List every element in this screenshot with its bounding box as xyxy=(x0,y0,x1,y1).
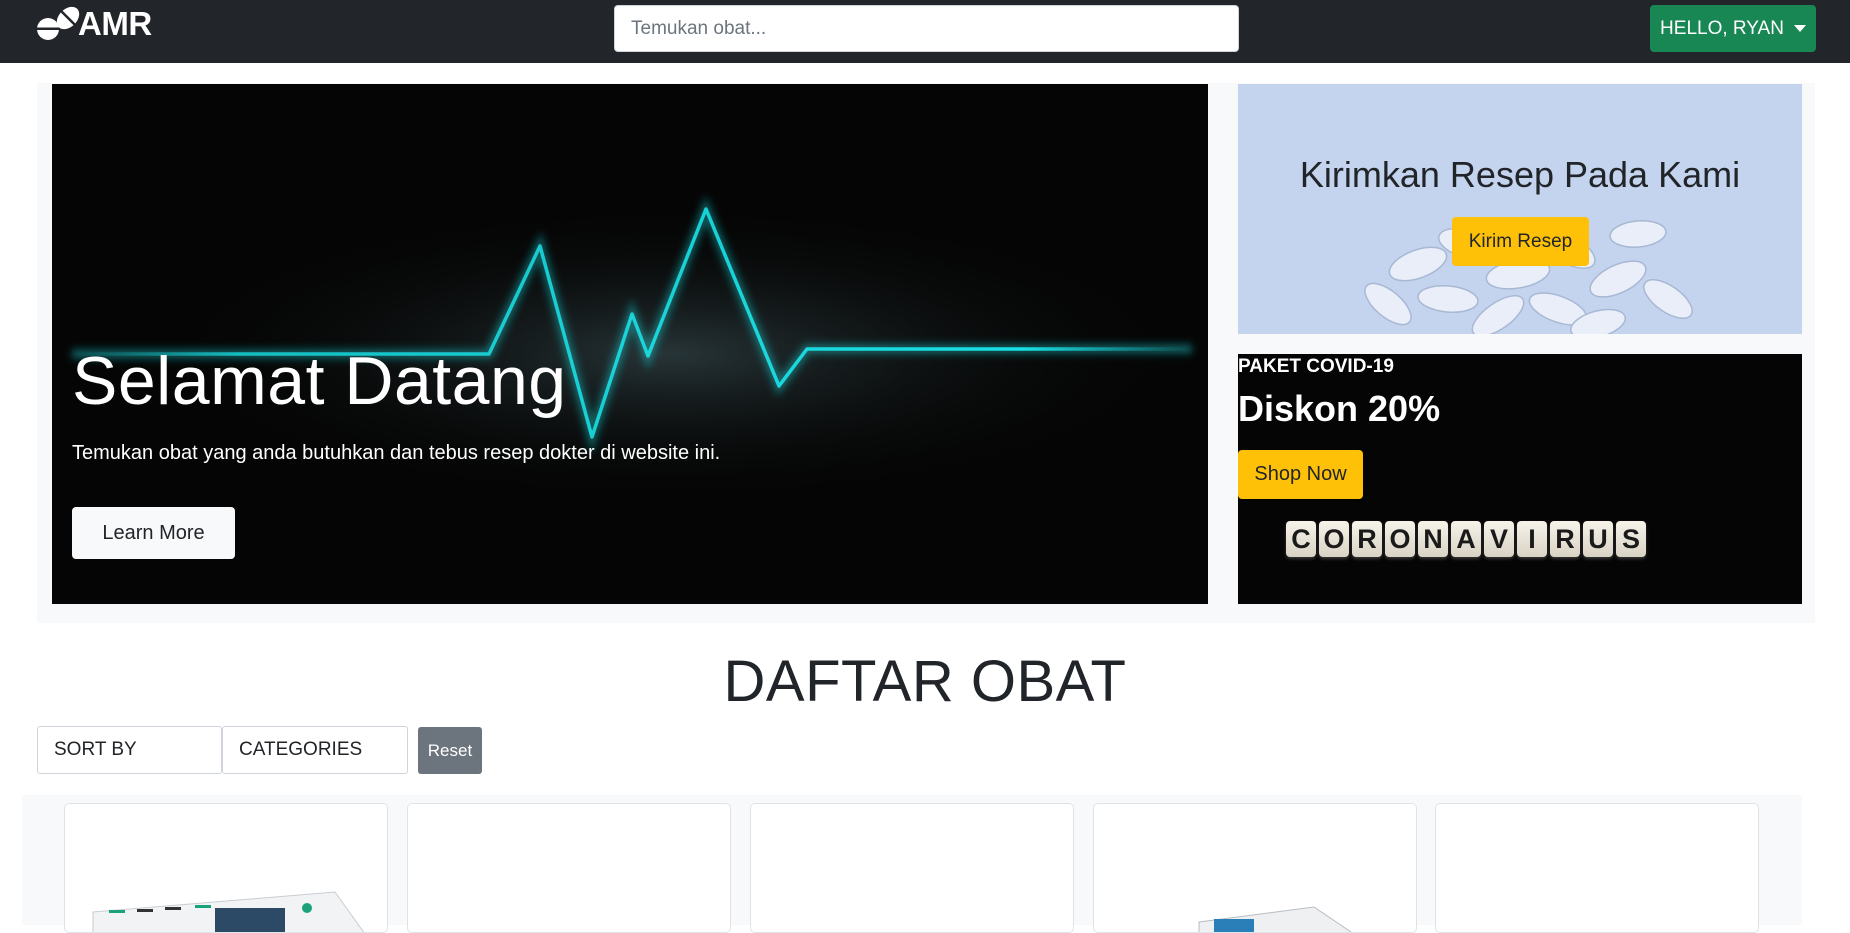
hero-subtitle: Temukan obat yang anda butuhkan dan tebu… xyxy=(72,442,721,464)
medicine-box-image xyxy=(1198,906,1352,932)
letter-tile: I xyxy=(1517,521,1547,557)
discount-title: Diskon 20% xyxy=(1238,388,1441,429)
letter-tile: N xyxy=(1418,521,1448,557)
prescription-title: Kirimkan Resep Pada Kami xyxy=(1299,154,1741,195)
hero-banner: Selamat Datang Temukan obat yang anda bu… xyxy=(52,84,1208,604)
letter-tile: R xyxy=(1352,521,1382,557)
medicine-list-title: DAFTAR OBAT xyxy=(723,649,1127,714)
product-card[interactable] xyxy=(1093,803,1417,933)
paracetamol-box-image xyxy=(92,891,365,932)
user-menu-button[interactable]: HELLO, RYAN xyxy=(1650,5,1816,52)
brand-name: AMR xyxy=(78,5,152,42)
caret-down-icon xyxy=(1793,25,1806,32)
letter-tile: A xyxy=(1451,521,1481,557)
hero-title: Selamat Datang xyxy=(72,343,567,419)
navbar: AMR HELLO, RYAN xyxy=(0,0,1850,63)
shop-now-button[interactable]: Shop Now xyxy=(1238,450,1363,499)
covid-promo: PAKET COVID-19 Diskon 20% Shop Now C O R… xyxy=(1238,354,1802,604)
search-input[interactable] xyxy=(614,5,1239,52)
letter-tile: S xyxy=(1616,521,1646,557)
sort-by-select[interactable]: SORT BY xyxy=(37,726,222,774)
product-card[interactable] xyxy=(750,803,1074,933)
product-card[interactable] xyxy=(407,803,731,933)
reset-button[interactable]: Reset xyxy=(418,727,482,774)
pill-logo-icon xyxy=(36,6,80,40)
letter-tile: U xyxy=(1583,521,1613,557)
pills-image xyxy=(1364,220,1693,334)
product-card[interactable] xyxy=(1435,803,1759,933)
product-card[interactable] xyxy=(64,803,388,933)
covid-package-label: PAKET COVID-19 xyxy=(1238,356,1394,377)
prescription-promo: Kirimkan Resep Pada Kami Kirim Resep xyxy=(1238,84,1802,334)
letter-tile: O xyxy=(1319,521,1349,557)
brand[interactable]: AMR xyxy=(36,4,152,44)
user-menu-label: HELLO, RYAN xyxy=(1660,17,1784,39)
coronavirus-tiles-image: C O R O N A V I R U S xyxy=(1286,521,1646,557)
learn-more-button[interactable]: Learn More xyxy=(72,507,235,559)
send-prescription-button[interactable]: Kirim Resep xyxy=(1452,217,1589,266)
letter-tile: O xyxy=(1385,521,1415,557)
letter-tile: C xyxy=(1286,521,1316,557)
letter-tile: R xyxy=(1550,521,1580,557)
categories-select[interactable]: CATEGORIES xyxy=(222,726,408,774)
letter-tile: V xyxy=(1484,521,1514,557)
